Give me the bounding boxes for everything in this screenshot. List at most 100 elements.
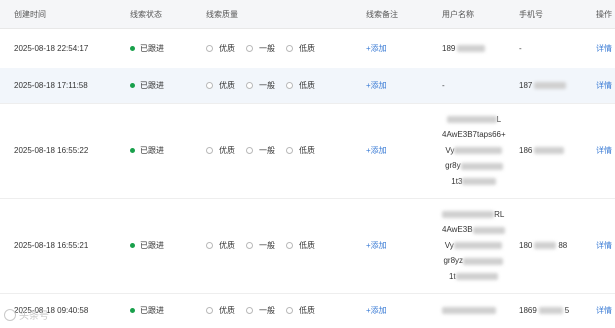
detail-link[interactable]: 详情 — [596, 28, 612, 68]
user-name: 189 — [442, 28, 486, 68]
status-dot-icon — [130, 83, 135, 88]
radio-circle-icon — [206, 147, 213, 154]
header-note: 线索备注 — [366, 9, 398, 19]
status-label: 已跟进 — [140, 146, 164, 155]
table-row[interactable]: 2025-08-18 09:40:58 已跟进 优质 一般 低质 +添加 186… — [0, 293, 615, 328]
redacted-block — [538, 307, 563, 314]
status-label: 已跟进 — [140, 81, 164, 90]
quality-radio-low[interactable]: 低质 — [286, 305, 315, 316]
status-dot-icon — [130, 45, 135, 51]
detail-link[interactable]: 详情 — [596, 293, 612, 328]
user-name: RL 4AwE3B Vy gr8yz 1t — [442, 209, 505, 281]
quality-radio-good[interactable]: 优质 — [206, 145, 235, 156]
redacted-block — [457, 44, 486, 52]
radio-circle-icon — [286, 44, 293, 52]
redacted-block — [462, 178, 497, 186]
watermark: 头条号 — [4, 307, 49, 322]
redacted-block — [534, 82, 567, 89]
add-note-link[interactable]: +添加 — [366, 293, 387, 328]
add-note-link[interactable]: +添加 — [366, 103, 387, 198]
redacted-block — [463, 257, 504, 265]
redacted-block — [442, 211, 495, 219]
header-status: 线索状态 — [130, 9, 162, 19]
radio-circle-icon — [286, 147, 293, 154]
quality-radio-group: 优质 一般 低质 — [206, 103, 326, 198]
table-row[interactable]: 2025-08-18 22:54:17 已跟进 优质 一般 低质 +添加 189… — [0, 28, 615, 69]
phone-number: 186 — [519, 103, 565, 198]
table-header: 创建时间 线索状态 线索质量 线索备注 用户名称 手机号 操作 — [0, 0, 615, 29]
status-label: 已跟进 — [140, 241, 164, 250]
quality-radio-good[interactable]: 优质 — [206, 80, 235, 91]
status-cell: 已跟进 — [130, 198, 164, 293]
quality-radio-low[interactable]: 低质 — [286, 80, 315, 91]
user-name — [442, 293, 496, 328]
phone-number: 1869 5 — [519, 306, 570, 315]
redacted-block — [454, 147, 503, 155]
quality-radio-group: 优质 一般 低质 — [206, 198, 326, 293]
header-action: 操作 — [596, 9, 612, 19]
status-label: 已跟进 — [140, 43, 164, 53]
phone-number: 187 — [519, 68, 567, 103]
redacted-block — [534, 242, 557, 249]
leads-table: 创建时间 线索状态 线索质量 线索备注 用户名称 手机号 操作 2025-08-… — [0, 0, 615, 328]
quality-radio-group: 优质 一般 低质 — [206, 68, 326, 103]
redacted-block — [453, 242, 502, 250]
radio-circle-icon — [286, 82, 293, 89]
created-time: 2025-08-18 16:55:22 — [14, 146, 89, 155]
detail-link[interactable]: 详情 — [596, 68, 612, 103]
quality-radio-normal[interactable]: 一般 — [246, 305, 275, 316]
add-note-link[interactable]: +添加 — [366, 198, 387, 293]
radio-circle-icon — [246, 44, 253, 52]
add-note-link[interactable]: +添加 — [366, 28, 387, 68]
phone-number: 180 88 — [519, 241, 568, 250]
radio-circle-icon — [206, 242, 213, 249]
quality-radio-good[interactable]: 优质 — [206, 240, 235, 251]
table-row[interactable]: 2025-08-18 17:11:58 已跟进 优质 一般 低质 +添加 - 1… — [0, 68, 615, 104]
detail-link[interactable]: 详情 — [596, 103, 612, 198]
header-phone: 手机号 — [519, 9, 543, 19]
created-time: 2025-08-18 22:54:17 — [14, 43, 89, 53]
radio-circle-icon — [246, 82, 253, 89]
redacted-block — [472, 226, 505, 234]
quality-radio-normal[interactable]: 一般 — [246, 80, 275, 91]
quality-radio-normal[interactable]: 一般 — [246, 145, 275, 156]
detail-link[interactable]: 详情 — [596, 198, 612, 293]
user-name: - — [442, 81, 445, 90]
redacted-block — [534, 147, 565, 154]
quality-radio-normal[interactable]: 一般 — [246, 240, 275, 251]
status-cell: 已跟进 — [130, 293, 164, 328]
quality-radio-good[interactable]: 优质 — [206, 43, 235, 54]
table-row[interactable]: 2025-08-18 16:55:22 已跟进 优质 一般 低质 +添加 L 4… — [0, 103, 615, 199]
redacted-block — [455, 273, 498, 281]
radio-circle-icon — [246, 242, 253, 249]
quality-radio-group: 优质 一般 低质 — [206, 28, 326, 68]
radio-circle-icon — [206, 44, 213, 52]
redacted-block — [442, 307, 496, 314]
status-label: 已跟进 — [140, 306, 164, 315]
radio-circle-icon — [246, 307, 253, 314]
redacted-block — [460, 162, 503, 170]
watermark-logo-icon — [4, 308, 16, 321]
quality-radio-low[interactable]: 低质 — [286, 43, 315, 54]
status-cell: 已跟进 — [130, 103, 164, 198]
table-row[interactable]: 2025-08-18 16:55:21 已跟进 优质 一般 低质 +添加 RL … — [0, 198, 615, 294]
radio-circle-icon — [246, 147, 253, 154]
status-dot-icon — [130, 148, 135, 153]
add-note-link[interactable]: +添加 — [366, 68, 387, 103]
status-cell: 已跟进 — [130, 68, 164, 103]
header-quality: 线索质量 — [206, 9, 238, 19]
status-cell: 已跟进 — [130, 28, 164, 68]
radio-circle-icon — [286, 307, 293, 314]
quality-radio-low[interactable]: 低质 — [286, 145, 315, 156]
header-time: 创建时间 — [14, 9, 46, 19]
user-name: L 4AwE3B7taps66+ Vy gr8y 1t3 — [442, 114, 506, 186]
status-dot-icon — [130, 308, 135, 313]
quality-radio-good[interactable]: 优质 — [206, 305, 235, 316]
quality-radio-group: 优质 一般 低质 — [206, 293, 326, 328]
quality-radio-low[interactable]: 低质 — [286, 240, 315, 251]
quality-radio-normal[interactable]: 一般 — [246, 43, 275, 54]
phone-number: - — [519, 43, 522, 53]
status-dot-icon — [130, 243, 135, 248]
created-time: 2025-08-18 16:55:21 — [14, 241, 89, 250]
radio-circle-icon — [206, 82, 213, 89]
